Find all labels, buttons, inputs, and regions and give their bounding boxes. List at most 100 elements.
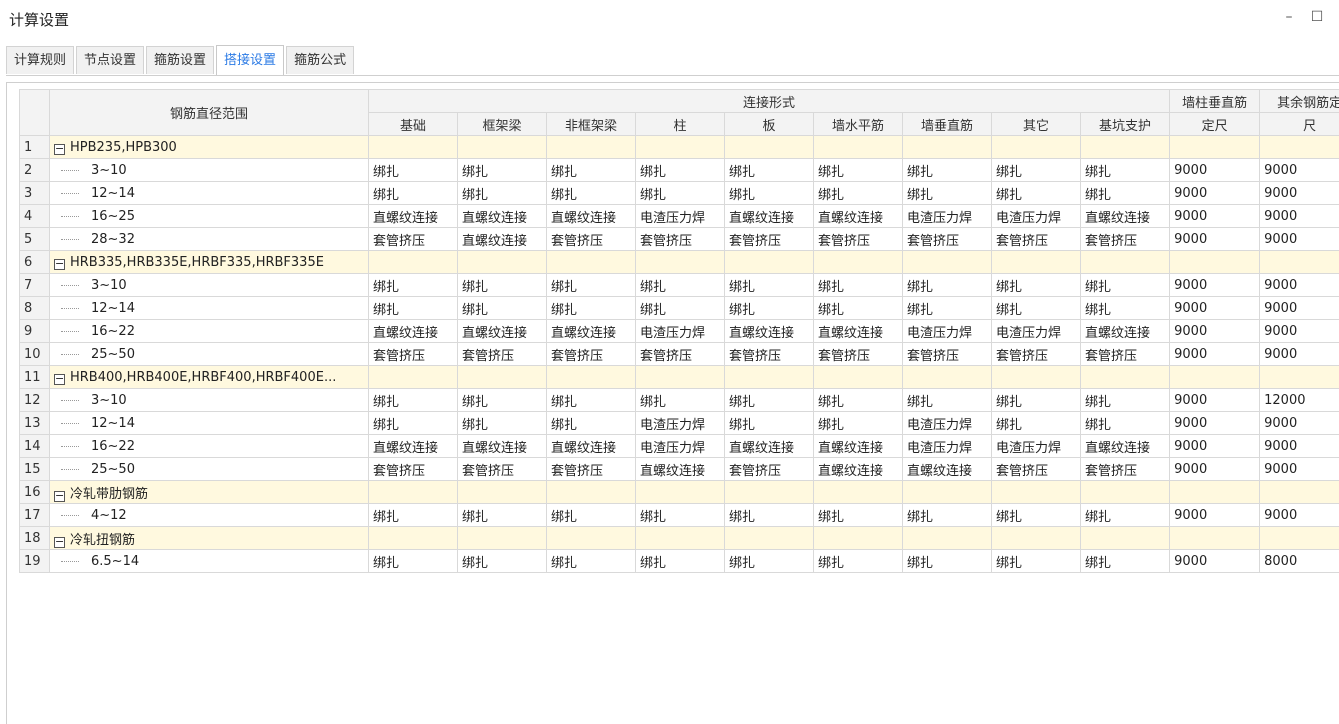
- connection-cell[interactable]: 直螺纹连接: [368, 204, 458, 228]
- group-empty-cell[interactable]: [813, 135, 903, 159]
- connection-cell[interactable]: 套管挤压: [546, 457, 636, 481]
- connection-cell[interactable]: 绑扎: [368, 296, 458, 320]
- connection-cell[interactable]: 套管挤压: [813, 227, 903, 251]
- group-empty-cell[interactable]: [457, 365, 547, 389]
- group-empty-cell[interactable]: [1079, 365, 1171, 389]
- connection-cell[interactable]: 绑扎: [546, 158, 636, 182]
- group-label-cell[interactable]: − 冷轧扭钢筋: [49, 526, 369, 550]
- connection-cell[interactable]: 绑扎: [902, 549, 992, 573]
- connection-cell[interactable]: 绑扎: [724, 411, 814, 435]
- connection-cell[interactable]: 绑扎: [902, 273, 992, 297]
- connection-cell[interactable]: 绑扎: [991, 158, 1081, 182]
- group-empty-cell[interactable]: [813, 526, 903, 550]
- table-row[interactable]: 12 3~10 绑扎 绑扎 绑扎 绑扎 绑扎 绑扎 绑扎 绑扎 绑扎 9000 12000: [19, 388, 1339, 412]
- connection-cell[interactable]: 直螺纹连接: [546, 434, 636, 458]
- group-empty-cell[interactable]: [546, 480, 636, 504]
- group-row[interactable]: 18− 冷轧扭钢筋: [19, 526, 1339, 550]
- table-row[interactable]: 8 12~14 绑扎 绑扎 绑扎 绑扎 绑扎 绑扎 绑扎 绑扎 绑扎 9000 9000: [19, 296, 1339, 320]
- connection-cell[interactable]: 套管挤压: [635, 227, 725, 251]
- group-label-cell[interactable]: − HRB400,HRB400E,HRBF400,HRBF400E...: [49, 365, 369, 389]
- group-empty-cell[interactable]: [1079, 480, 1171, 504]
- fixed-length-cell[interactable]: 9000: [1259, 158, 1339, 182]
- connection-cell[interactable]: 电渣压力焊: [635, 434, 725, 458]
- fixed-length-cell[interactable]: 9000: [1169, 319, 1261, 343]
- connection-cell[interactable]: 直螺纹连接: [813, 434, 903, 458]
- diameter-range-cell[interactable]: 12~14: [49, 411, 369, 435]
- connection-cell[interactable]: 电渣压力焊: [635, 204, 725, 228]
- connection-cell[interactable]: 直螺纹连接: [457, 434, 547, 458]
- group-row[interactable]: 16− 冷轧带肋钢筋: [19, 480, 1339, 504]
- connection-cell[interactable]: 直螺纹连接: [457, 227, 547, 251]
- tab-node-settings[interactable]: 节点设置: [76, 46, 145, 74]
- group-empty-cell[interactable]: [991, 135, 1081, 159]
- connection-cell[interactable]: 绑扎: [457, 549, 547, 573]
- fixed-length-cell[interactable]: 9000: [1169, 342, 1261, 366]
- group-row[interactable]: 1− HPB235,HPB300: [19, 135, 1339, 159]
- table-row[interactable]: 17 4~12 绑扎 绑扎 绑扎 绑扎 绑扎 绑扎 绑扎 绑扎 绑扎 9000 9000: [19, 503, 1339, 527]
- connection-cell[interactable]: 绑扎: [991, 503, 1081, 527]
- connection-cell[interactable]: 绑扎: [991, 388, 1081, 412]
- fixed-length-cell[interactable]: 9000: [1169, 181, 1261, 205]
- group-empty-cell[interactable]: [1079, 526, 1171, 550]
- collapse-icon[interactable]: −: [54, 258, 65, 270]
- group-row[interactable]: 6− HRB335,HRB335E,HRBF335,HRBF335E: [19, 250, 1339, 274]
- group-empty-cell[interactable]: [902, 135, 992, 159]
- group-empty-cell[interactable]: [635, 480, 725, 504]
- connection-cell[interactable]: 绑扎: [546, 181, 636, 205]
- connection-cell[interactable]: 套管挤压: [1079, 227, 1171, 251]
- connection-cell[interactable]: 绑扎: [635, 388, 725, 412]
- group-empty-cell[interactable]: [635, 135, 725, 159]
- connection-cell[interactable]: 套管挤压: [813, 342, 903, 366]
- diameter-range-cell[interactable]: 3~10: [49, 158, 369, 182]
- group-empty-cell[interactable]: [457, 526, 547, 550]
- group-empty-cell[interactable]: [1169, 526, 1261, 550]
- table-row[interactable]: 10 25~50 套管挤压 套管挤压 套管挤压 套管挤压 套管挤压 套管挤压 套管挤压 套管挤压套…: [19, 342, 1339, 366]
- fixed-length-cell[interactable]: 9000: [1169, 503, 1261, 527]
- diameter-range-cell[interactable]: 25~50: [49, 457, 369, 481]
- connection-cell[interactable]: 绑扎: [902, 158, 992, 182]
- diameter-range-cell[interactable]: 12~14: [49, 296, 369, 320]
- fixed-length-cell[interactable]: 9000: [1259, 273, 1339, 297]
- group-empty-cell[interactable]: [1169, 135, 1261, 159]
- connection-cell[interactable]: 直螺纹连接: [813, 457, 903, 481]
- diameter-range-cell[interactable]: 16~22: [49, 434, 369, 458]
- group-empty-cell[interactable]: [724, 480, 814, 504]
- table-row[interactable]: 3 12~14 绑扎 绑扎 绑扎 绑扎 绑扎 绑扎 绑扎 绑扎 绑扎 9000 9000: [19, 181, 1339, 205]
- connection-cell[interactable]: 绑扎: [813, 181, 903, 205]
- table-row[interactable]: 7 3~10 绑扎 绑扎 绑扎 绑扎 绑扎 绑扎 绑扎 绑扎 绑扎 9000 9000: [19, 273, 1339, 297]
- connection-cell[interactable]: 直螺纹连接: [368, 319, 458, 343]
- connection-cell[interactable]: 绑扎: [457, 296, 547, 320]
- group-empty-cell[interactable]: [902, 250, 992, 274]
- table-row[interactable]: 5 28~32 套管挤压 直螺纹连接 套管挤压 套管挤压 套管挤压 套管挤压 套管挤压 套管挤压套…: [19, 227, 1339, 251]
- connection-cell[interactable]: 套管挤压: [724, 342, 814, 366]
- connection-cell[interactable]: 绑扎: [991, 181, 1081, 205]
- connection-cell[interactable]: 绑扎: [368, 549, 458, 573]
- group-empty-cell[interactable]: [991, 480, 1081, 504]
- connection-cell[interactable]: 电渣压力焊: [902, 434, 992, 458]
- fixed-length-cell[interactable]: 9000: [1169, 273, 1261, 297]
- connection-cell[interactable]: 直螺纹连接: [457, 319, 547, 343]
- fixed-length-cell[interactable]: 9000: [1259, 411, 1339, 435]
- connection-cell[interactable]: 绑扎: [1079, 503, 1171, 527]
- minimize-icon[interactable]: –: [1280, 8, 1298, 26]
- group-empty-cell[interactable]: [991, 250, 1081, 274]
- fixed-length-cell[interactable]: 9000: [1259, 434, 1339, 458]
- diameter-range-cell[interactable]: 16~22: [49, 319, 369, 343]
- group-empty-cell[interactable]: [724, 135, 814, 159]
- collapse-icon[interactable]: −: [54, 143, 65, 155]
- collapse-icon[interactable]: −: [54, 373, 65, 385]
- connection-cell[interactable]: 绑扎: [635, 273, 725, 297]
- connection-cell[interactable]: 绑扎: [991, 273, 1081, 297]
- connection-cell[interactable]: 绑扎: [813, 503, 903, 527]
- diameter-range-cell[interactable]: 28~32: [49, 227, 369, 251]
- connection-cell[interactable]: 直螺纹连接: [813, 319, 903, 343]
- group-empty-cell[interactable]: [368, 480, 458, 504]
- connection-cell[interactable]: 直螺纹连接: [457, 204, 547, 228]
- connection-cell[interactable]: 电渣压力焊: [902, 319, 992, 343]
- diameter-range-cell[interactable]: 3~10: [49, 273, 369, 297]
- group-empty-cell[interactable]: [457, 480, 547, 504]
- connection-cell[interactable]: 绑扎: [546, 549, 636, 573]
- connection-cell[interactable]: 绑扎: [546, 503, 636, 527]
- connection-cell[interactable]: 绑扎: [635, 181, 725, 205]
- diameter-range-cell[interactable]: 12~14: [49, 181, 369, 205]
